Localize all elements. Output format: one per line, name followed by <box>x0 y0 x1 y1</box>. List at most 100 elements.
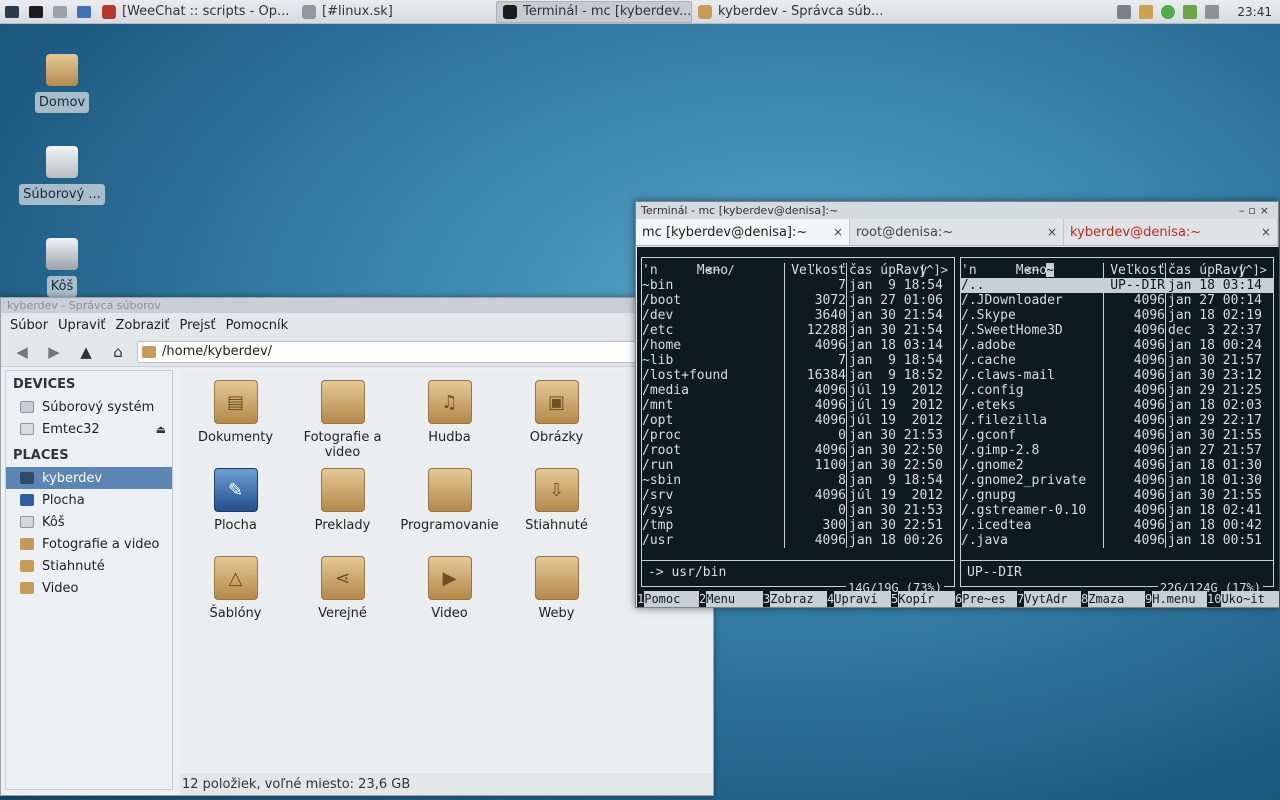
function-key[interactable]: 9 H.menu <box>1145 591 1207 607</box>
file-item[interactable]: △ Šablóny <box>182 556 289 644</box>
task-weechat[interactable]: [WeeChat :: scripts - Op... <box>96 1 296 23</box>
function-key[interactable]: 7 VytAdr <box>1017 591 1081 607</box>
function-key[interactable]: 6 Pre~es <box>955 591 1017 607</box>
file-row[interactable]: /.gimp-2.8 4096 jan 27 21:57 <box>961 443 1273 458</box>
file-row[interactable]: /.gnupg 4096 jan 30 21:55 <box>961 488 1273 503</box>
file-row[interactable]: /.Skype 4096 jan 18 02:19 <box>961 308 1273 323</box>
sidebar-item-filesystem[interactable]: Súborový systém <box>6 396 172 418</box>
task-file-manager[interactable]: kyberdev - Správca súb... <box>692 1 892 23</box>
file-row[interactable]: /home 4096 jan 18 03:14 <box>642 338 954 353</box>
location-bar[interactable]: /home/kyberdev/ <box>137 340 697 363</box>
file-item[interactable]: ▤ Dokumenty <box>182 380 289 468</box>
menu-help[interactable]: Pomocník <box>221 318 293 333</box>
menu-file[interactable]: Súbor <box>5 318 53 333</box>
file-row[interactable]: /.icedtea 4096 jan 18 00:42 <box>961 518 1273 533</box>
desktop-icon-trash[interactable]: Kôš <box>17 238 107 297</box>
file-row[interactable]: ~lib 7 jan 9 18:54 <box>642 353 954 368</box>
sidebar-item-emtec32[interactable]: Emtec32 ⏏ <box>6 418 172 440</box>
file-row[interactable]: /.gnome2_private 4096 jan 18 01:30 <box>961 473 1273 488</box>
file-row[interactable]: /usr 4096 jan 18 00:26 <box>642 533 954 548</box>
network-signal-icon[interactable] <box>1117 4 1132 19</box>
file-row[interactable]: /.java 4096 jan 18 00:51 <box>961 533 1273 548</box>
panel-header-controls[interactable]: .[^]> <box>1231 263 1267 277</box>
file-item[interactable]: Programovanie <box>396 468 503 556</box>
sidebar-item-video[interactable]: Video <box>6 577 172 599</box>
tab-kyberdev[interactable]: kyberdev@denisa:~ × <box>1064 219 1278 245</box>
file-row[interactable]: /.gnome2 4096 jan 18 01:30 <box>961 458 1273 473</box>
function-key[interactable]: 2 Menu <box>699 591 763 607</box>
file-row[interactable]: /opt 4096 júl 19 2012 <box>642 413 954 428</box>
window-titlebar[interactable]: Terminál - mc [kyberdev@denisa]:~ –▫× <box>636 202 1278 219</box>
sidebar-item-photos[interactable]: Fotografie a video <box>6 533 172 555</box>
file-row[interactable]: /.filezilla 4096 jan 29 22:17 <box>961 413 1273 428</box>
sidebar-item-trash[interactable]: Kôš <box>6 511 172 533</box>
window-title[interactable]: kyberdev - Správca súborov <box>1 298 713 313</box>
package-updates-icon[interactable] <box>1139 4 1154 19</box>
function-key[interactable]: 10 Uko~it <box>1207 591 1279 607</box>
task-terminal[interactable]: Terminál - mc [kyberdev... <box>496 0 692 23</box>
desktop-icon-home[interactable]: Domov <box>17 54 107 113</box>
file-row[interactable]: /mnt 4096 júl 19 2012 <box>642 398 954 413</box>
file-row[interactable]: /proc 0 jan 30 21:53 <box>642 428 954 443</box>
task-linux-sk[interactable]: [#linux.sk] <box>296 1 496 23</box>
sidebar-item-desktop[interactable]: Plocha <box>6 489 172 511</box>
close-icon[interactable]: × <box>1047 225 1057 239</box>
file-row[interactable]: /.SweetHome3D 4096 dec 3 22:37 <box>961 323 1273 338</box>
file-item[interactable]: Weby <box>503 556 610 644</box>
back-arrow-icon[interactable]: ◀ <box>9 341 35 363</box>
tab-root[interactable]: root@denisa:~ × <box>850 219 1064 245</box>
volume-icon[interactable] <box>1205 4 1220 19</box>
file-row[interactable]: /srv 4096 júl 19 2012 <box>642 488 954 503</box>
file-row[interactable]: /.claws-mail 4096 jan 30 23:12 <box>961 368 1273 383</box>
file-row[interactable]: /.gconf 4096 jan 30 21:55 <box>961 428 1273 443</box>
file-item[interactable]: ♫ Hudba <box>396 380 503 468</box>
file-row[interactable]: /tmp 300 jan 30 22:51 <box>642 518 954 533</box>
file-item[interactable]: ✎ Plocha <box>182 468 289 556</box>
function-key[interactable]: 8 Zmaza <box>1081 591 1145 607</box>
panel-header-controls[interactable]: .[^]> <box>912 263 948 277</box>
file-row[interactable]: /.config 4096 jan 29 21:25 <box>961 383 1273 398</box>
file-row[interactable]: /.cache 4096 jan 30 21:57 <box>961 353 1273 368</box>
file-row[interactable]: /etc 12288 jan 30 21:54 <box>642 323 954 338</box>
file-row[interactable]: /.adobe 4096 jan 18 00:24 <box>961 338 1273 353</box>
file-manager-launcher-icon[interactable] <box>48 0 72 24</box>
file-row[interactable]: ~sbin 8 jan 9 18:54 <box>642 473 954 488</box>
menu-edit[interactable]: Upraviť <box>53 318 110 333</box>
terminal-screen[interactable]: <─ / .[^]> 'n Meno Veľkosť čas úpRavy ~bin 7… <box>637 247 1279 607</box>
file-row[interactable]: /run 1100 jan 30 22:50 <box>642 458 954 473</box>
sidebar-item-downloads[interactable]: Stiahnuté <box>6 555 172 577</box>
terminal-launcher-icon[interactable] <box>24 0 48 24</box>
file-row[interactable]: /dev 3640 jan 30 21:54 <box>642 308 954 323</box>
battery-icon[interactable] <box>1183 4 1198 19</box>
file-item[interactable]: ⇩ Stiahnuté <box>503 468 610 556</box>
desktop-icon-filesystem[interactable]: Súborový ... <box>17 146 107 205</box>
file-row[interactable]: /.gstreamer-0.10 4096 jan 18 02:41 <box>961 503 1273 518</box>
function-key[interactable]: 5 Kopír <box>891 591 955 607</box>
file-row[interactable]: /media 4096 júl 19 2012 <box>642 383 954 398</box>
function-key[interactable]: 1 Pomoc <box>637 591 699 607</box>
sidebar-item-kyberdev[interactable]: kyberdev <box>6 467 172 489</box>
close-icon[interactable]: × <box>1261 225 1271 239</box>
applications-menu-icon[interactable] <box>0 0 24 24</box>
home-icon[interactable]: ⌂ <box>105 341 131 363</box>
browser-launcher-icon[interactable] <box>72 0 96 24</box>
file-row[interactable]: /lost+found 16384 jan 9 18:52 <box>642 368 954 383</box>
menu-go[interactable]: Prejsť <box>175 318 221 333</box>
function-key[interactable]: 3 Zobraz <box>763 591 827 607</box>
file-item[interactable]: Preklady <box>289 468 396 556</box>
file-row[interactable]: /root 4096 jan 30 22:50 <box>642 443 954 458</box>
up-arrow-icon[interactable]: ▲ <box>73 341 99 363</box>
mc-left-panel[interactable]: <─ / .[^]> 'n Meno Veľkosť čas úpRavy ~bin 7… <box>641 257 955 595</box>
function-key[interactable]: 4 Upraví <box>827 591 891 607</box>
status-online-icon[interactable] <box>1161 4 1176 19</box>
file-item[interactable]: ▣ Obrázky <box>503 380 610 468</box>
close-icon[interactable]: × <box>833 225 843 239</box>
eject-icon[interactable]: ⏏ <box>156 423 166 436</box>
forward-arrow-icon[interactable]: ▶ <box>41 341 67 363</box>
file-item[interactable]: ▶ Video <box>396 556 503 644</box>
file-row[interactable]: /boot 3072 jan 27 01:06 <box>642 293 954 308</box>
file-row[interactable]: /.JDownloader 4096 jan 27 00:14 <box>961 293 1273 308</box>
clock[interactable]: 23:41 <box>1237 5 1272 19</box>
file-item[interactable]: ⋖ Verejné <box>289 556 396 644</box>
file-row[interactable]: /sys 0 jan 30 21:53 <box>642 503 954 518</box>
